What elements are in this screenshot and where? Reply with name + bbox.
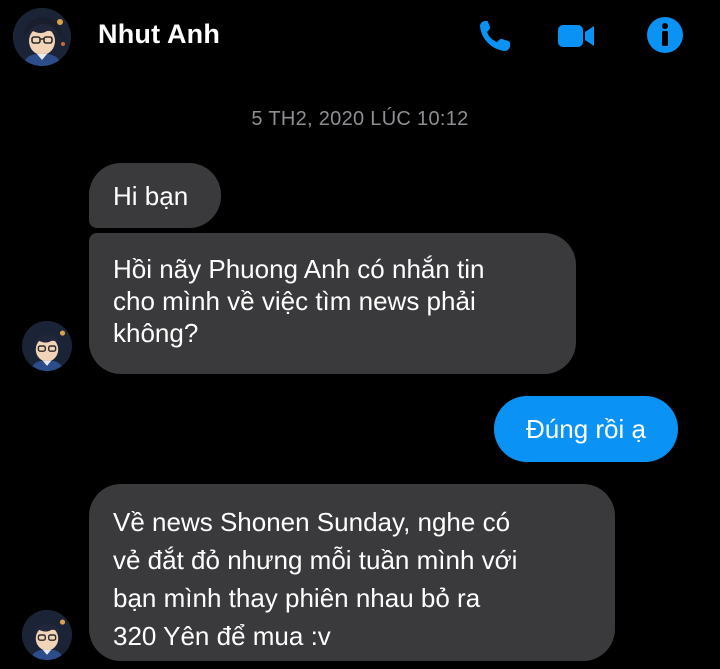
message-text-line: vẻ đắt đỏ nhưng mỗi tuần mình với — [113, 545, 518, 575]
message-text: Hi bạn — [113, 180, 189, 211]
message-text-line: cho mình về việc tìm news phải — [113, 286, 476, 316]
message-text-line: không? — [113, 318, 199, 348]
avatar-image — [13, 8, 71, 66]
message-timestamp: 5 TH2, 2020 LÚC 10:12 — [251, 108, 469, 130]
info-icon[interactable] — [645, 15, 685, 55]
message-text-line: Hồi nãy Phuong Anh có nhắn tin — [113, 254, 485, 284]
conversation-header: Nhut Anh — [0, 0, 720, 76]
message-text-line: 320 Yên để mua :v — [113, 621, 331, 651]
message-bubble-outgoing[interactable]: Đúng rồi ạ — [494, 396, 678, 462]
avatar-image — [22, 321, 72, 371]
phone-icon[interactable] — [476, 17, 516, 55]
messenger-conversation: Nhut Anh 5 TH2, 2020 LÚC 10:12 Hi bạn Hồ… — [0, 0, 720, 669]
contact-avatar[interactable] — [13, 8, 71, 66]
message-bubble-incoming[interactable]: Về news Shonen Sunday, nghe có vẻ đắt đỏ… — [89, 484, 615, 661]
contact-name[interactable]: Nhut Anh — [98, 19, 220, 50]
message-bubble-incoming[interactable]: Hi bạn — [89, 163, 221, 228]
video-camera-icon[interactable] — [556, 17, 596, 55]
message-bubble-incoming[interactable]: Hồi nãy Phuong Anh có nhắn tin cho mình … — [89, 233, 576, 374]
message-text-line: bạn mình thay phiên nhau bỏ ra — [113, 583, 481, 613]
avatar-image — [22, 610, 72, 660]
message-text-line: Về news Shonen Sunday, nghe có — [113, 507, 511, 537]
sender-avatar[interactable] — [22, 321, 72, 371]
message-text: Đúng rồi ạ — [526, 414, 646, 444]
sender-avatar[interactable] — [22, 610, 72, 660]
